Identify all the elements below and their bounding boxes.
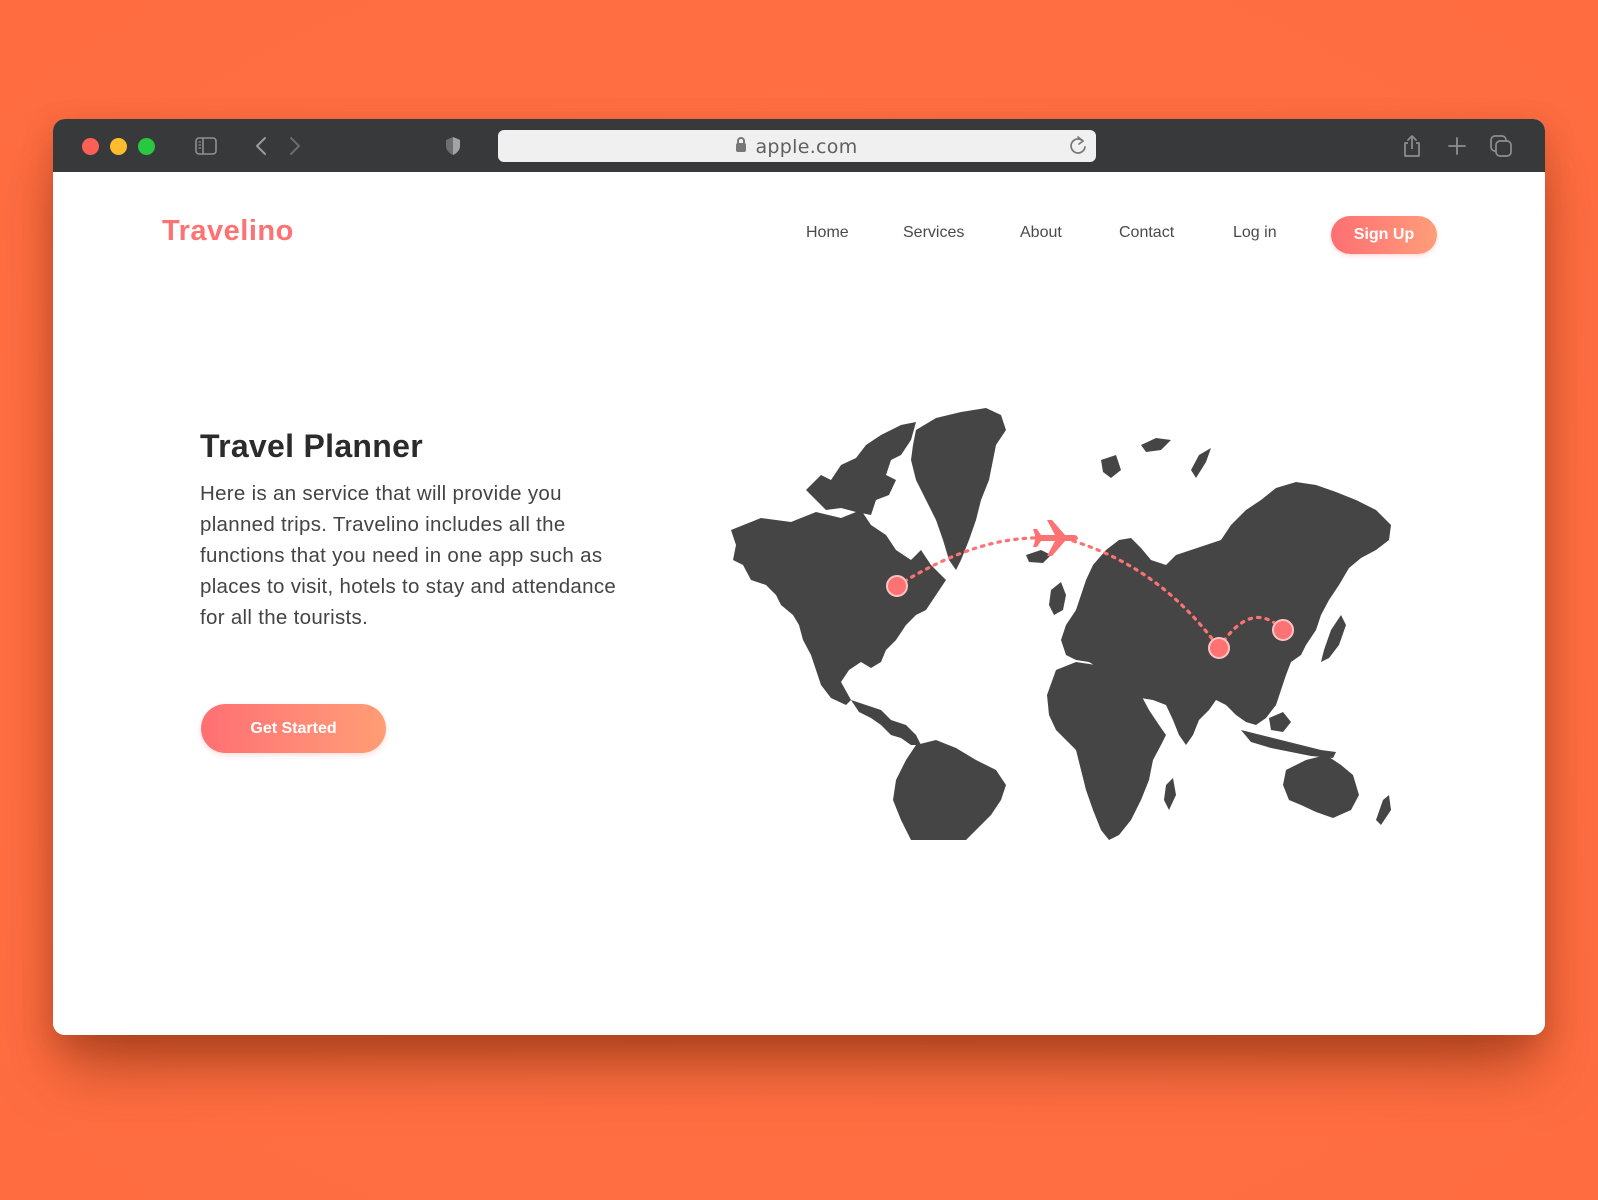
- nav-home[interactable]: Home: [806, 224, 849, 242]
- web-page: Travelino Home Services About Contact Lo…: [53, 172, 1545, 1035]
- browser-window: apple.com Travelino Home Services About …: [53, 119, 1545, 1035]
- uk-shape: [1049, 582, 1066, 615]
- route-stop-china[interactable]: [1272, 619, 1294, 641]
- australia-shape: [1283, 755, 1359, 818]
- sidebar-icon[interactable]: [195, 133, 217, 159]
- novaya-zemlya-shape: [1191, 448, 1211, 478]
- nav-about[interactable]: About: [1020, 224, 1062, 242]
- world-map: [731, 408, 1391, 840]
- minimize-window-button[interactable]: [110, 138, 127, 155]
- southeast-asia-shape: [1241, 730, 1336, 758]
- back-icon[interactable]: [253, 133, 269, 159]
- nav-contact[interactable]: Contact: [1119, 224, 1174, 242]
- share-icon[interactable]: [1401, 133, 1423, 159]
- north-america-shape: [731, 510, 946, 705]
- get-started-button[interactable]: Get Started: [201, 704, 386, 753]
- franz-josef-shape: [1141, 438, 1171, 452]
- nav-login[interactable]: Log in: [1233, 224, 1277, 242]
- south-america-shape: [893, 740, 1006, 840]
- route-stop-india[interactable]: [1208, 637, 1230, 659]
- sign-up-button[interactable]: Sign Up: [1331, 216, 1437, 254]
- route-stop-canada[interactable]: [886, 575, 908, 597]
- new-zealand-shape: [1376, 795, 1391, 825]
- nav-services[interactable]: Services: [903, 224, 964, 242]
- japan-shape: [1321, 615, 1346, 662]
- svalbard-shape: [1101, 455, 1121, 478]
- url-text: apple.com: [755, 136, 858, 158]
- close-window-button[interactable]: [82, 138, 99, 155]
- tabs-overview-icon[interactable]: [1489, 133, 1513, 159]
- hero-description: Here is an service that will provide you…: [200, 482, 617, 629]
- borneo-shape: [1269, 712, 1291, 732]
- greenland-shape: [911, 408, 1006, 570]
- browser-titlebar: apple.com: [53, 119, 1545, 172]
- hero-title: Travel Planner: [200, 428, 423, 464]
- lock-icon: [736, 137, 747, 152]
- new-tab-icon[interactable]: [1447, 133, 1467, 159]
- maximize-window-button[interactable]: [138, 138, 155, 155]
- site-logo[interactable]: Travelino: [162, 215, 294, 248]
- address-bar[interactable]: apple.com: [498, 130, 1096, 162]
- forward-icon[interactable]: [287, 133, 303, 159]
- iceland-shape: [1026, 550, 1051, 563]
- reload-icon[interactable]: [1068, 135, 1088, 162]
- central-america-shape: [851, 700, 921, 745]
- shield-icon[interactable]: [443, 133, 463, 159]
- madagascar-shape: [1164, 778, 1176, 810]
- arctic-islands-shape: [806, 422, 916, 515]
